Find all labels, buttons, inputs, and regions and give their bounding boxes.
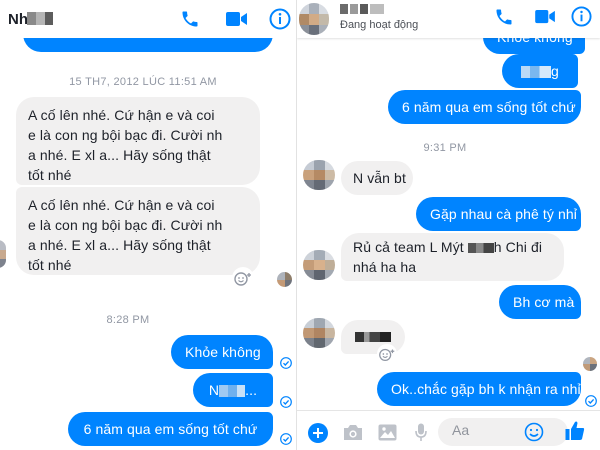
outgoing-message[interactable]: 6 năm qua em sống tốt chứ — [388, 90, 581, 124]
pixelated-text — [219, 385, 246, 398]
camera-icon[interactable] — [343, 424, 363, 441]
delivered-check-icon — [280, 433, 292, 445]
right-chat-panel: Khỏe không Đang hoạt động — [297, 0, 600, 450]
message-text-end: ... — [245, 382, 258, 398]
message-line: a nhé. E xl a... Hãy sống thật — [28, 147, 211, 163]
contact-name[interactable]: Nh — [8, 11, 28, 28]
incoming-message[interactable]: A cố lên nhé. Cứ hận e và coi e là con n… — [16, 97, 260, 185]
pixelated-text — [467, 243, 494, 254]
video-camera-icon[interactable] — [226, 11, 248, 27]
message-line: A cố lên nhé. Cứ hận e và coi — [28, 107, 215, 123]
message-line: e là con ng bội bạc đi. Cười nh — [28, 217, 223, 233]
delivered-check-icon — [280, 396, 292, 408]
message-line: e là con ng bội bạc đi. Cười nh — [28, 127, 223, 143]
incoming-message[interactable]: Rủ cả team L Mýt h Chi đi nhá ha ha — [341, 233, 564, 281]
phone-icon[interactable] — [180, 9, 200, 29]
image-icon[interactable] — [378, 424, 397, 441]
info-icon[interactable] — [269, 8, 291, 30]
message-text-end: g — [551, 63, 559, 79]
outgoing-message[interactable]: N... — [193, 373, 273, 407]
contact-avatar[interactable] — [299, 3, 329, 35]
seen-avatar — [583, 357, 597, 371]
emoji-icon[interactable] — [524, 422, 544, 442]
microphone-icon[interactable] — [415, 423, 427, 442]
timestamp: 8:28 PM — [106, 314, 150, 326]
outgoing-message[interactable]: g — [502, 54, 578, 88]
avatar[interactable] — [303, 318, 335, 348]
message-line: tốt nhé — [28, 257, 72, 273]
emoji-add-icon — [379, 348, 395, 361]
message-line: nhá ha ha — [353, 259, 417, 275]
outgoing-message[interactable]: Bh cơ mà — [499, 285, 581, 319]
phone-icon[interactable] — [494, 7, 514, 27]
timestamp: 15 TH7, 2012 LÚC 11:51 AM — [69, 76, 217, 88]
add-reaction-button[interactable] — [232, 267, 254, 289]
pixelated-name-block — [27, 12, 53, 25]
message-text-start: N — [208, 382, 220, 398]
delivered-check-icon — [280, 357, 292, 369]
outgoing-message[interactable]: Khỏe không — [171, 335, 273, 369]
message-text-end: h Chi đi — [493, 239, 543, 255]
chat-header: Đang hoạt động — [297, 0, 600, 38]
avatar[interactable] — [303, 160, 335, 190]
message-composer: Aa — [297, 410, 600, 450]
timestamp: 9:31 PM — [423, 142, 467, 154]
outgoing-message[interactable]: 6 năm qua em sống tốt chứ — [68, 412, 273, 446]
video-camera-icon[interactable] — [535, 9, 556, 24]
pixelated-text — [355, 332, 391, 342]
outgoing-message[interactable]: Gặp nhau cà phê tý nhỉ — [416, 197, 581, 231]
message-line: a nhé. E xl a... Hãy sống thật — [28, 237, 211, 253]
message-line: tốt nhé — [28, 167, 72, 183]
message-text-start: Rủ cả team L Mýt — [353, 239, 464, 255]
emoji-add-icon — [234, 272, 251, 286]
message-input-placeholder: Aa — [452, 422, 470, 438]
info-icon[interactable] — [571, 6, 592, 27]
like-icon[interactable] — [565, 420, 585, 441]
outgoing-message[interactable]: Ok..chắc gặp bh k nhận ra nhỉ — [377, 372, 581, 406]
chat-header: Nh — [0, 0, 296, 52]
pixelated-contact-name[interactable] — [340, 4, 384, 14]
add-reaction-button[interactable] — [377, 344, 397, 364]
avatar[interactable] — [303, 250, 335, 280]
message-line: Rủ cả team L Mýt h Chi đi — [353, 237, 552, 257]
left-chat-panel: Nh 15 TH7, 2012 LÚC 11:51 AM A cố lên nh… — [0, 0, 296, 450]
avatar[interactable] — [0, 240, 6, 268]
pixelated-text — [521, 66, 552, 79]
message-line: A cố lên nhé. Cứ hận e và coi — [28, 197, 215, 213]
delivered-check-icon — [585, 395, 597, 407]
seen-avatar — [277, 272, 292, 287]
message-input[interactable]: Aa — [438, 418, 568, 446]
incoming-message[interactable]: N vẫn bt — [341, 161, 413, 195]
plus-icon[interactable] — [307, 422, 329, 444]
incoming-message[interactable]: A cố lên nhé. Cứ hận e và coi e là con n… — [16, 187, 260, 275]
active-status: Đang hoạt động — [340, 19, 419, 31]
